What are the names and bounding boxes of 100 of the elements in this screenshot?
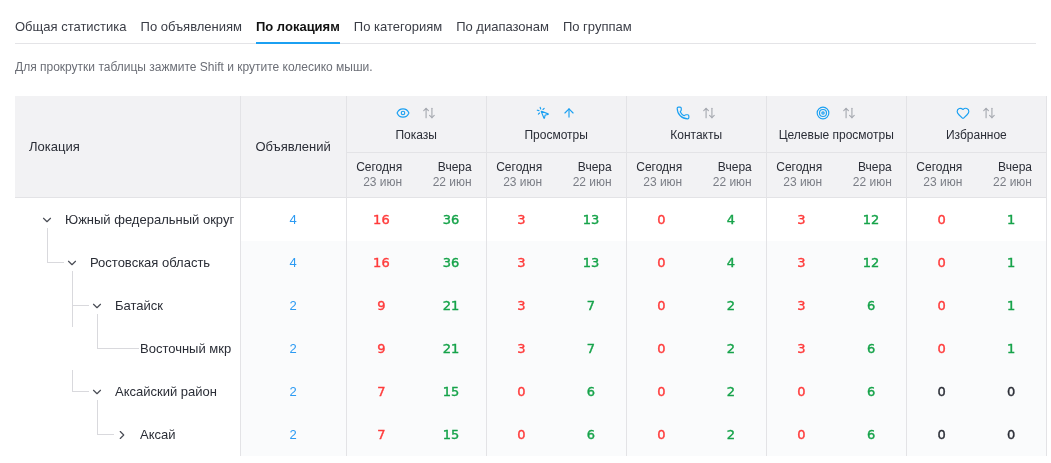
table-cell: 16	[346, 241, 417, 284]
table-cell: 0	[626, 327, 697, 370]
column-header: Сегодня 23 июн	[346, 152, 417, 198]
table-cell: 3	[486, 284, 557, 327]
table-cell: 2	[240, 327, 347, 370]
location-name: Южный федеральный округ	[65, 212, 235, 227]
phone-icon	[676, 106, 691, 120]
table-cell: 0	[766, 370, 837, 413]
target-icon	[816, 106, 831, 120]
table-cell: 2	[696, 284, 767, 327]
column-header: Вчера 22 июн	[976, 152, 1047, 198]
column-header[interactable]: Целевые просмотры	[766, 96, 907, 153]
table-cell: 0	[626, 197, 697, 241]
column-header: Сегодня 23 июн	[766, 152, 837, 198]
table-cell: 0	[906, 241, 977, 284]
table-cell: 6	[836, 327, 907, 370]
column-header[interactable]: Просмотры	[486, 96, 627, 153]
table-cell: 1	[976, 327, 1047, 370]
table-cell: 2	[240, 284, 347, 327]
table-cell: 36	[416, 241, 487, 284]
table-cell: 0	[906, 370, 977, 413]
table-cell: 4	[696, 197, 767, 241]
table-cell: 4	[240, 241, 347, 284]
column-header[interactable]: Избранное	[906, 96, 1047, 153]
table-cell: 15	[416, 370, 487, 413]
tab[interactable]: По диапазонам	[456, 17, 549, 44]
table-cell: 3	[766, 284, 837, 327]
table-cell: 0	[486, 413, 557, 456]
table-cell: 2	[696, 370, 767, 413]
tab[interactable]: По локациям	[255, 17, 340, 44]
table-cell: 36	[416, 197, 487, 241]
table-cell: 0	[906, 413, 977, 456]
table-cell: 12	[836, 197, 907, 241]
table-cell: 0	[906, 197, 977, 241]
table-cell: 2	[696, 413, 767, 456]
table-cell: 1	[976, 197, 1047, 241]
table-cell: 0	[626, 241, 697, 284]
table-cell: 4	[696, 241, 767, 284]
eye-icon	[396, 106, 411, 120]
table-cell: 2	[240, 413, 347, 456]
table-cell: 0	[976, 370, 1047, 413]
table-cell: 2	[696, 327, 767, 370]
table-cell: 0	[906, 284, 977, 327]
tab[interactable]: По группам	[562, 17, 632, 44]
table-cell: 1	[976, 241, 1047, 284]
table-cell: 7	[346, 413, 417, 456]
column-header[interactable]: Контакты	[626, 96, 767, 153]
column-header: Сегодня 23 июн	[626, 152, 697, 198]
table-cell: 6	[836, 413, 907, 456]
location-name: Аксай	[140, 427, 176, 442]
column-header[interactable]: Показы	[346, 96, 487, 153]
table-cell: 7	[556, 327, 627, 370]
table-cell: 0	[626, 370, 697, 413]
table-cell: 12	[836, 241, 907, 284]
column-header: Локация	[15, 96, 241, 198]
column-header: Вчера 22 июн	[696, 152, 767, 198]
table-cell: 13	[556, 241, 627, 284]
table-cell: 7	[346, 370, 417, 413]
table-cell: 6	[836, 284, 907, 327]
table-cell: 3	[766, 241, 837, 284]
table-cell: 4	[240, 197, 347, 241]
table-cell: 21	[416, 284, 487, 327]
table-cell: 3	[486, 197, 557, 241]
table-cell: 7	[556, 284, 627, 327]
table-cell: 0	[976, 413, 1047, 456]
location-name: Восточный мкр	[140, 341, 232, 356]
table-cell: 0	[626, 413, 697, 456]
column-header: Сегодня 23 июн	[906, 152, 977, 198]
table-cell: 9	[346, 284, 417, 327]
column-header: Вчера 22 июн	[416, 152, 487, 198]
table-cell: 0	[626, 284, 697, 327]
table-cell: 6	[556, 370, 627, 413]
column-header: Сегодня 23 июн	[486, 152, 557, 198]
table-cell: 21	[416, 327, 487, 370]
table-cell: 2	[240, 370, 347, 413]
cursor-click-icon	[536, 106, 551, 120]
table-cell: 6	[836, 370, 907, 413]
table-cell: 1	[976, 284, 1047, 327]
table-cell: 0	[906, 327, 977, 370]
scroll-hint: Для прокрутки таблицы зажмите Shift и крутите колесико мыши.	[15, 60, 374, 74]
table-cell: 3	[486, 327, 557, 370]
table-cell: 13	[556, 197, 627, 241]
location-name: Ростовская область	[90, 255, 211, 270]
tab[interactable]: Общая статистика	[15, 17, 127, 44]
table-cell: 3	[766, 327, 837, 370]
table-cell: 3	[766, 197, 837, 241]
heart-icon	[956, 106, 971, 120]
tab[interactable]: По объявлениям	[140, 17, 242, 44]
location-name: Батайск	[115, 298, 163, 313]
table-cell: 16	[346, 197, 417, 241]
table-cell: 9	[346, 327, 417, 370]
column-header: Объявлений	[240, 96, 347, 198]
location-name: Аксайский район	[115, 384, 217, 399]
table-cell: 0	[486, 370, 557, 413]
table-cell: 3	[486, 241, 557, 284]
table-cell: 0	[766, 413, 837, 456]
column-header: Вчера 22 июн	[836, 152, 907, 198]
table-cell: 15	[416, 413, 487, 456]
column-header: Вчера 22 июн	[556, 152, 627, 198]
tab[interactable]: По категориям	[353, 17, 443, 44]
